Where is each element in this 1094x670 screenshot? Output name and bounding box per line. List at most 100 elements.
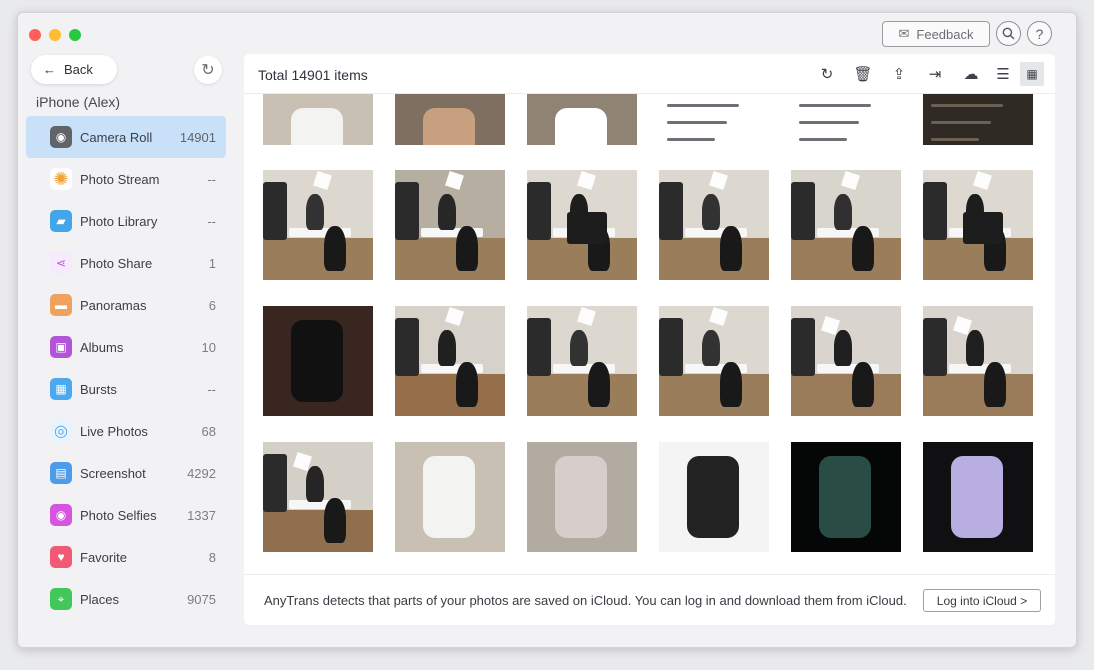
sidebar-item-photo-share[interactable]: ⋖ Photo Share 1 [26, 242, 226, 284]
photo-shelf [527, 182, 551, 240]
sidebar-item-places[interactable]: ⌖ Places 9075 [26, 578, 226, 620]
photo-text-line [931, 104, 1003, 107]
log-into-icloud-button[interactable]: Log into iCloud > [923, 589, 1041, 612]
photo-thumbnail[interactable] [263, 306, 373, 416]
photo-thumbnail[interactable] [395, 94, 505, 145]
screenshot-icon: ▤ [50, 462, 72, 484]
photo-text-line [799, 121, 859, 124]
photo-thumbnail[interactable] [263, 442, 373, 552]
photo-thumbnail[interactable] [791, 306, 901, 416]
sidebar-item-camera-roll[interactable]: ◉ Camera Roll 14901 [26, 116, 226, 158]
photo-subject [291, 108, 343, 145]
photo-person [720, 362, 742, 407]
photo-shelf [527, 318, 551, 376]
sidebar-item-label: Live Photos [80, 423, 148, 439]
photo-person [456, 362, 478, 407]
sidebar-item-live-photos[interactable]: ◎ Live Photos 68 [26, 410, 226, 452]
photo-text-line [667, 138, 715, 141]
photo-person [324, 498, 346, 543]
sidebar-item-count: 10 [201, 339, 216, 355]
icloud-upload-button[interactable]: ☁ [959, 62, 983, 86]
photo-thumbnail[interactable] [659, 94, 769, 145]
import-icon: ⇥ [928, 66, 942, 83]
list-view-button[interactable]: ☰ [991, 62, 1015, 86]
help-button[interactable]: ? [1027, 21, 1052, 46]
cloud-upload-icon: ☁ [963, 66, 979, 83]
refresh-button[interactable]: ↻ [815, 62, 839, 86]
photo-subject [951, 456, 1003, 538]
photo-person [456, 226, 478, 271]
photo-floor [263, 238, 373, 280]
grid-view-button[interactable]: ▦ [1020, 62, 1044, 86]
photo-floor [263, 510, 373, 552]
photo-thumbnail[interactable] [527, 442, 637, 552]
photo-person [702, 330, 720, 366]
photo-thumbnail[interactable] [395, 306, 505, 416]
sidebar-item-photo-library[interactable]: ▰ Photo Library -- [26, 200, 226, 242]
close-window-button[interactable] [29, 29, 41, 41]
sidebar-item-count: -- [207, 171, 216, 187]
photo-thumbnail[interactable] [659, 442, 769, 552]
photo-thumbnail[interactable] [923, 306, 1033, 416]
sidebar-item-count: -- [207, 381, 216, 397]
sidebar-item-count: 1337 [187, 507, 216, 523]
photo-monitor [963, 212, 1003, 244]
feedback-button[interactable]: ✉ Feedback [882, 21, 990, 47]
sidebar-item-albums[interactable]: ▣ Albums 10 [26, 326, 226, 368]
back-button[interactable]: ← Back [31, 55, 117, 84]
sidebar-item-count: -- [207, 213, 216, 229]
photo-person [588, 362, 610, 407]
list-view-icon: ☰ [996, 66, 1010, 83]
photo-thumbnail[interactable] [923, 94, 1033, 145]
photo-shelf [659, 182, 683, 240]
photo-person [438, 194, 456, 230]
photo-thumbnail[interactable] [923, 170, 1033, 280]
stack-icon: ▦ [50, 378, 72, 400]
photo-floor [395, 374, 505, 416]
search-button[interactable] [996, 21, 1021, 46]
delete-button[interactable]: 🗑 [851, 62, 875, 86]
sidebar-item-screenshot[interactable]: ▤ Screenshot 4292 [26, 452, 226, 494]
photo-thumbnail[interactable] [791, 442, 901, 552]
photo-floor [659, 238, 769, 280]
item-total: Total 14901 items [258, 67, 368, 83]
photo-thumbnail[interactable] [659, 306, 769, 416]
sidebar-item-label: Camera Roll [80, 129, 153, 145]
photo-thumbnail[interactable] [527, 94, 637, 145]
zoom-window-button[interactable] [69, 29, 81, 41]
photo-thumbnail[interactable] [395, 442, 505, 552]
sidebar-item-count: 68 [201, 423, 216, 439]
sidebar-item-panoramas[interactable]: ▬ Panoramas 6 [26, 284, 226, 326]
photo-shelf [263, 454, 287, 512]
photo-person [306, 194, 324, 230]
refresh-icon: ↻ [820, 66, 834, 83]
sidebar-item-label: Photo Library [80, 213, 158, 229]
photo-thumbnail[interactable] [263, 170, 373, 280]
export-to-computer-button[interactable]: ⇪ [887, 62, 911, 86]
photo-shelf [923, 318, 947, 376]
sidebar-item-photo-stream[interactable]: ✺ Photo Stream -- [26, 158, 226, 200]
photo-person [852, 362, 874, 407]
photo-thumbnail[interactable] [791, 170, 901, 280]
photo-thumbnail[interactable] [659, 170, 769, 280]
photo-text-line [667, 104, 739, 107]
refresh-device-button[interactable]: ↻ [194, 56, 222, 84]
photo-subject [819, 456, 871, 538]
photo-thumbnail[interactable] [527, 306, 637, 416]
sidebar-item-favorite[interactable]: ♥ Favorite 8 [26, 536, 226, 578]
photo-thumbnail[interactable] [791, 94, 901, 145]
notice-divider [244, 574, 1055, 575]
panorama-icon: ▬ [50, 294, 72, 316]
sidebar-item-bursts[interactable]: ▦ Bursts -- [26, 368, 226, 410]
import-button[interactable]: ⇥ [923, 62, 947, 86]
minimize-window-button[interactable] [49, 29, 61, 41]
photo-thumbnail[interactable] [527, 170, 637, 280]
photo-thumbnail[interactable] [263, 94, 373, 145]
photo-thumbnail[interactable] [923, 442, 1033, 552]
photo-thumbnail[interactable] [395, 170, 505, 280]
device-name: iPhone (Alex) [36, 94, 121, 110]
photo-subject [555, 108, 607, 145]
sidebar-item-photo-selfies[interactable]: ◉ Photo Selfies 1337 [26, 494, 226, 536]
photo-floor [791, 238, 901, 280]
photo-subject [687, 456, 739, 538]
